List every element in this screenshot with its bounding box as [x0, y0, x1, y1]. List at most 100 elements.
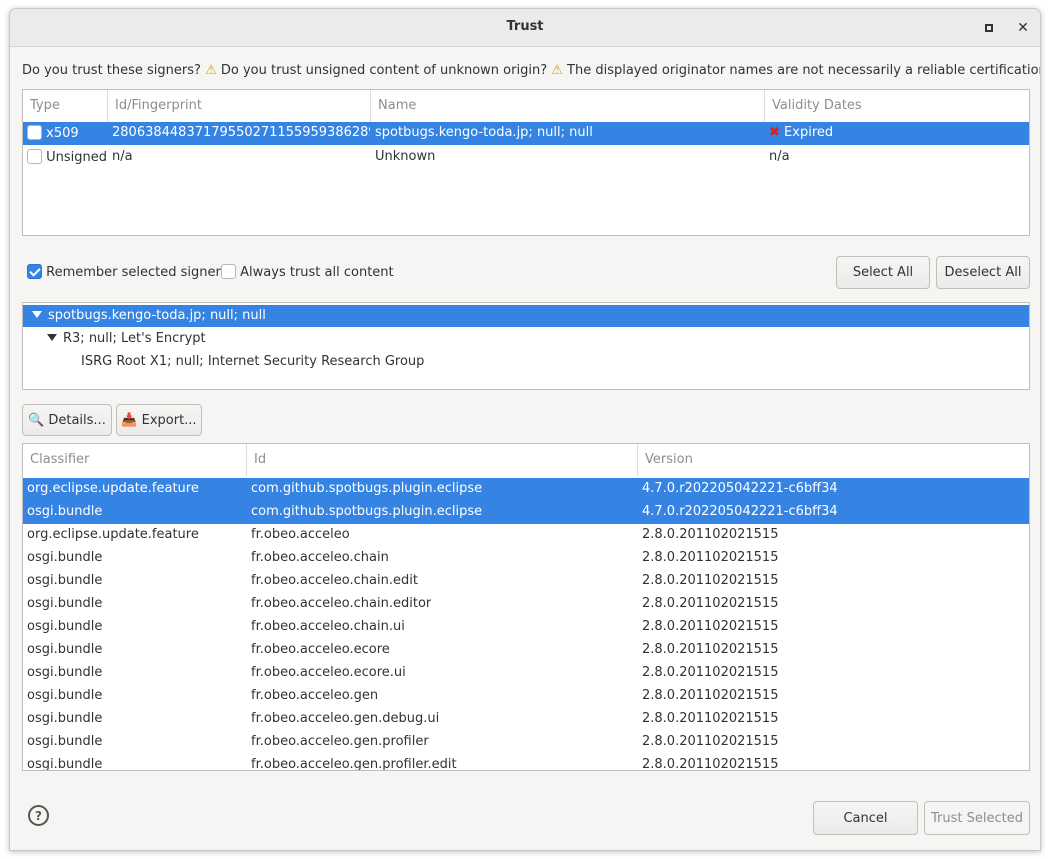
window-title: Trust [506, 19, 544, 34]
maximize-icon [985, 24, 993, 32]
cancel-label: Cancel [843, 810, 888, 826]
artifact-classifier: osgi.bundle [27, 573, 103, 588]
select-all-button[interactable]: Select All [836, 256, 930, 289]
signer-row-unsigned[interactable]: Unsigned n/a Unknown n/a [23, 146, 1029, 169]
artifact-id: fr.obeo.acceleo.chain.ui [251, 619, 405, 634]
signer-checkbox[interactable] [27, 149, 42, 164]
signer-validity: Expired [784, 125, 834, 140]
artifact-row[interactable]: osgi.bundle fr.obeo.acceleo.gen.debug.ui 2… [23, 708, 1029, 731]
artifact-row[interactable]: osgi.bundle fr.obeo.acceleo.chain.editor 2… [23, 593, 1029, 616]
column-header-fingerprint[interactable]: Id/Fingerprint [108, 90, 371, 122]
artifact-id: fr.obeo.acceleo [251, 527, 350, 542]
chain-node-label: ISRG Root X1; null; Internet Security Re… [81, 354, 425, 369]
column-header-classifier[interactable]: Classifier [23, 444, 247, 476]
trust-selected-button[interactable]: Trust Selected [924, 801, 1030, 835]
trust-dialog: Trust ✕ Do you trust these signers? ⚠ Do… [9, 8, 1041, 851]
artifact-version: 2.8.0.201102021515 [642, 642, 779, 657]
signers-table: Type Id/Fingerprint Name Validity Dates … [22, 89, 1030, 236]
artifact-classifier: osgi.bundle [27, 504, 103, 519]
artifacts-table: Classifier Id Version org.eclipse.update… [22, 443, 1030, 771]
artifact-classifier: osgi.bundle [27, 619, 103, 634]
column-header-version[interactable]: Version [638, 444, 1029, 476]
artifact-row[interactable]: osgi.bundle fr.obeo.acceleo.ecore 2.8.0.20… [23, 639, 1029, 662]
column-header-name[interactable]: Name [371, 90, 765, 122]
chain-node-intermediate-cert[interactable]: R3; null; Let's Encrypt [23, 328, 1029, 350]
question-unsigned: Do you trust unsigned content of unknown… [220, 63, 548, 78]
artifact-id: com.github.spotbugs.plugin.eclipse [251, 481, 483, 496]
artifact-id: fr.obeo.acceleo.gen.debug.ui [251, 711, 440, 726]
signer-type: Unsigned [46, 150, 108, 165]
remember-signers-option[interactable]: Remember selected signers [27, 264, 228, 280]
trust-question: Do you trust these signers? ⚠ Do you tru… [22, 63, 1040, 78]
artifact-classifier: osgi.bundle [27, 550, 103, 565]
artifact-classifier: org.eclipse.update.feature [27, 527, 199, 542]
artifact-row[interactable]: osgi.bundle fr.obeo.acceleo.gen 2.8.0.2011… [23, 685, 1029, 708]
magnifier-icon: 🔍 [28, 412, 45, 428]
deselect-all-label: Deselect All [944, 265, 1022, 280]
maximize-button[interactable] [978, 18, 1000, 38]
artifact-version: 4.7.0.r202205042221-c6bff34 [642, 481, 838, 496]
details-label: Details... [48, 412, 106, 428]
warning-icon: ⚠ [205, 63, 217, 78]
remember-signers-label: Remember selected signers [46, 265, 228, 280]
column-header-type[interactable]: Type [23, 90, 108, 122]
artifact-row[interactable]: osgi.bundle fr.obeo.acceleo.gen.profiler.… [23, 754, 1029, 771]
details-button[interactable]: 🔍 Details... [22, 404, 112, 436]
artifact-id: fr.obeo.acceleo.ecore [251, 642, 390, 657]
artifact-version: 2.8.0.201102021515 [642, 619, 779, 634]
always-trust-option[interactable]: Always trust all content [221, 264, 394, 280]
artifact-row[interactable]: osgi.bundle fr.obeo.acceleo.chain.edit 2.8… [23, 570, 1029, 593]
artifact-row[interactable]: org.eclipse.update.feature fr.obeo.accele… [23, 524, 1029, 547]
column-header-validity[interactable]: Validity Dates [765, 90, 1029, 122]
help-button[interactable]: ? [28, 805, 49, 826]
artifact-version: 2.8.0.201102021515 [642, 665, 779, 680]
signer-fingerprint: 280638448371795502711559593862891026 [112, 125, 370, 140]
column-header-id[interactable]: Id [247, 444, 638, 476]
signer-row-x509[interactable]: x509 28063844837179550271155959386289102… [23, 122, 1029, 145]
artifact-version: 2.8.0.201102021515 [642, 757, 779, 771]
tree-expander-icon[interactable] [47, 334, 57, 341]
chain-node-label: spotbugs.kengo-toda.jp; null; null [48, 308, 266, 323]
artifact-version: 2.8.0.201102021515 [642, 734, 779, 749]
signer-type: x509 [46, 126, 79, 141]
export-button[interactable]: 📥 Export... [116, 404, 202, 436]
artifact-classifier: osgi.bundle [27, 757, 103, 771]
artifact-id: com.github.spotbugs.plugin.eclipse [251, 504, 483, 519]
artifact-id: fr.obeo.acceleo.chain [251, 550, 389, 565]
artifact-version: 2.8.0.201102021515 [642, 573, 779, 588]
artifact-id: fr.obeo.acceleo.chain.edit [251, 573, 418, 588]
deselect-all-button[interactable]: Deselect All [936, 256, 1030, 289]
artifact-classifier: osgi.bundle [27, 665, 103, 680]
artifact-classifier: osgi.bundle [27, 688, 103, 703]
artifact-row[interactable]: osgi.bundle fr.obeo.acceleo.ecore.ui 2.8.0… [23, 662, 1029, 685]
artifact-version: 2.8.0.201102021515 [642, 688, 779, 703]
artifact-row[interactable]: osgi.bundle com.github.spotbugs.plugin.ec… [23, 501, 1029, 524]
titlebar: Trust ✕ [10, 9, 1040, 47]
question-signers: Do you trust these signers? [22, 63, 201, 78]
artifact-id: fr.obeo.acceleo.ecore.ui [251, 665, 406, 680]
artifact-version: 2.8.0.201102021515 [642, 711, 779, 726]
error-icon: ✖ [769, 125, 780, 140]
close-icon: ✕ [1017, 20, 1029, 36]
artifact-row[interactable]: osgi.bundle fr.obeo.acceleo.gen.profiler 2… [23, 731, 1029, 754]
chain-node-leaf-cert[interactable]: spotbugs.kengo-toda.jp; null; null [23, 305, 1029, 327]
artifact-classifier: osgi.bundle [27, 734, 103, 749]
signer-name: Unknown [375, 149, 436, 164]
trust-selected-label: Trust Selected [931, 810, 1023, 826]
remember-signers-checkbox[interactable] [27, 264, 42, 279]
signer-checkbox[interactable] [27, 125, 42, 140]
select-all-label: Select All [852, 265, 914, 280]
tree-expander-icon[interactable] [32, 311, 42, 318]
artifact-row[interactable]: osgi.bundle fr.obeo.acceleo.chain.ui 2.8.0… [23, 616, 1029, 639]
artifact-row[interactable]: osgi.bundle fr.obeo.acceleo.chain 2.8.0.20… [23, 547, 1029, 570]
cancel-button[interactable]: Cancel [813, 801, 918, 835]
chain-node-root-cert[interactable]: ISRG Root X1; null; Internet Security Re… [23, 351, 1029, 373]
artifact-classifier: osgi.bundle [27, 711, 103, 726]
artifact-id: fr.obeo.acceleo.chain.editor [251, 596, 432, 611]
artifact-classifier: osgi.bundle [27, 642, 103, 657]
chain-node-label: R3; null; Let's Encrypt [63, 331, 206, 346]
signer-fingerprint: n/a [112, 149, 133, 164]
always-trust-checkbox[interactable] [221, 264, 236, 279]
close-button[interactable]: ✕ [1012, 18, 1034, 38]
artifact-row[interactable]: org.eclipse.update.feature com.github.spo… [23, 478, 1029, 501]
